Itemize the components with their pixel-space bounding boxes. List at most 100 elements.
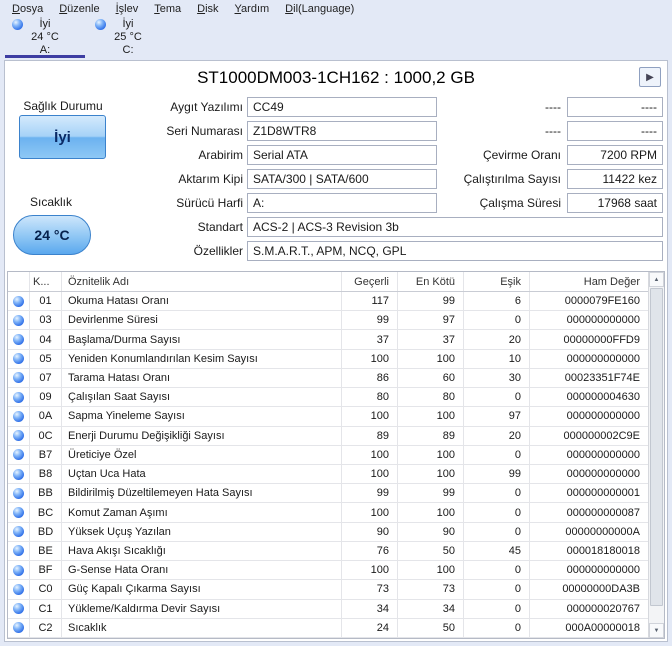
attr-name: Okuma Hatası Oranı bbox=[62, 292, 342, 311]
attr-current: 100 bbox=[342, 407, 398, 426]
attr-name: Enerji Durumu Değişikliği Sayısı bbox=[62, 426, 342, 445]
drive-letter-text: A: bbox=[39, 44, 51, 56]
smart-row-09[interactable]: 09 Çalışılan Saat Sayısı 80 80 0 000000004630 bbox=[8, 388, 648, 408]
smart-row-B8[interactable]: B8 Uçtan Uca Hata 100 100 99 000000000000 bbox=[8, 464, 648, 485]
smart-row-BF[interactable]: BF G-Sense Hata Oranı 100 100 0 000000000000 bbox=[8, 561, 648, 581]
attr-raw-value: 00000000DA3B bbox=[562, 583, 640, 596]
menu-item-0[interactable]: Dosya bbox=[4, 2, 51, 16]
attr-name: Uçtan Uca Hata bbox=[62, 464, 342, 484]
attr-name: Güç Kapalı Çıkarma Sayısı bbox=[62, 580, 342, 599]
smart-row-BC[interactable]: BC Komut Zaman Aşımı 100 100 0 000000000087 bbox=[8, 503, 648, 523]
smart-row-C1[interactable]: C1 Yükleme/Kaldırma Devir Sayısı 34 34 0 0000… bbox=[8, 599, 648, 619]
attr-id: 07 bbox=[30, 368, 62, 388]
attr-worst: 100 bbox=[398, 407, 464, 426]
menu-item-6[interactable]: Dil(Language) bbox=[277, 2, 362, 16]
smart-row-0A[interactable]: 0A Sapma Yineleme Sayısı 100 100 97 000000000… bbox=[8, 407, 648, 427]
attr-id: 03 bbox=[30, 311, 62, 330]
attr-raw-value: 000000002C9E bbox=[563, 429, 640, 442]
header-threshold[interactable]: Eşik bbox=[464, 272, 530, 291]
header-worst[interactable]: En Kötü bbox=[398, 272, 464, 291]
attr-worst: 60 bbox=[398, 368, 464, 388]
header-current[interactable]: Geçerli bbox=[342, 272, 398, 291]
scroll-up-icon[interactable]: ▲ bbox=[649, 272, 664, 287]
attr-current: 89 bbox=[342, 426, 398, 445]
attr-name: Tarama Hatası Oranı bbox=[62, 368, 342, 388]
attr-name: Üreticiye Özel bbox=[62, 445, 342, 464]
drive-temp-text: 24 °C bbox=[31, 31, 59, 43]
temperature-button[interactable]: 24 °C bbox=[13, 215, 91, 255]
temperature-label: Sıcaklık bbox=[29, 195, 72, 209]
status-cell bbox=[8, 368, 30, 388]
attr-worst: 50 bbox=[398, 541, 464, 561]
status-good-icon bbox=[13, 334, 24, 346]
attr-threshold: 0 bbox=[464, 484, 530, 503]
status-good-icon bbox=[13, 430, 24, 442]
table-header-row: K... Öznitelik Adı Geçerli En Kötü Eşik … bbox=[8, 272, 648, 292]
disk-title: ST1000DM003-1CH162 : 1000,2 GB bbox=[197, 68, 475, 87]
menu-item-1[interactable]: Düzenle bbox=[51, 2, 107, 16]
attr-current: 34 bbox=[342, 599, 398, 618]
status-cell bbox=[8, 445, 30, 464]
menu-item-4[interactable]: Disk bbox=[189, 2, 226, 16]
table-scrollbar[interactable]: ▲ ▼ bbox=[648, 272, 664, 638]
smart-row-C0[interactable]: C0 Güç Kapalı Çıkarma Sayısı 73 73 0 00000000… bbox=[8, 580, 648, 600]
smart-row-04[interactable]: 04 Başlama/Durma Sayısı 37 37 20 00000000FFD9 bbox=[8, 330, 648, 350]
drive-status-icon bbox=[12, 19, 23, 30]
attr-id: B8 bbox=[30, 464, 62, 484]
attr-name: Yükleme/Kaldırma Devir Sayısı bbox=[62, 599, 342, 618]
attr-threshold: 0 bbox=[464, 503, 530, 522]
smart-row-BB[interactable]: BB Bildirilmiş Düzeltilemeyen Hata Sayısı… bbox=[8, 484, 648, 504]
attr-threshold: 30 bbox=[464, 368, 530, 388]
info-value: ---- bbox=[567, 97, 663, 117]
smart-row-05[interactable]: 05 Yeniden Konumlandırılan Kesim Sayısı 10… bbox=[8, 349, 648, 369]
menu-item-5[interactable]: Yardım bbox=[227, 2, 278, 16]
smart-row-BD[interactable]: BD Yüksek Uçuş Yazılan 90 90 0 00000000000A bbox=[8, 522, 648, 542]
graph-button[interactable]: ▶ bbox=[639, 67, 661, 87]
smart-row-C2[interactable]: C2 Sıcaklık 24 50 0 000A00000018 bbox=[8, 618, 648, 638]
attr-id: BB bbox=[30, 484, 62, 503]
health-status-button[interactable]: İyi bbox=[19, 115, 106, 159]
menu-item-2[interactable]: İşlev bbox=[108, 2, 147, 16]
attr-raw-value: 000000000000 bbox=[566, 410, 640, 423]
drive-tab-0[interactable]: İyi 24 °C A: bbox=[5, 17, 85, 58]
attr-raw-value: 00000000000A bbox=[565, 525, 640, 538]
main-panel: ST1000DM003-1CH162 : 1000,2 GB ▶ Sağlık … bbox=[4, 60, 668, 642]
smart-row-0C[interactable]: 0C Enerji Durumu Değişikliği Sayısı 89 89 20… bbox=[8, 426, 648, 446]
smart-row-01[interactable]: 01 Okuma Hatası Oranı 117 99 6 0000079FE160 bbox=[8, 292, 648, 312]
header-status-column[interactable] bbox=[8, 272, 30, 291]
attr-threshold: 20 bbox=[464, 330, 530, 349]
header-raw-value[interactable]: Ham Değer bbox=[530, 272, 648, 291]
scroll-down-icon[interactable]: ▼ bbox=[649, 623, 664, 638]
attr-id: 05 bbox=[30, 349, 62, 368]
smart-row-03[interactable]: 03 Devirlenme Süresi 99 97 0 000000000000 bbox=[8, 311, 648, 331]
attr-id: C1 bbox=[30, 599, 62, 618]
attr-current: 80 bbox=[342, 388, 398, 407]
drive-tab-1[interactable]: İyi 25 °C C: bbox=[88, 17, 168, 58]
attr-current: 73 bbox=[342, 580, 398, 599]
smart-row-07[interactable]: 07 Tarama Hatası Oranı 86 60 30 00023351F74E bbox=[8, 368, 648, 389]
status-cell bbox=[8, 426, 30, 445]
header-id[interactable]: K... bbox=[30, 272, 62, 291]
smart-row-BE[interactable]: BE Hava Akışı Sıcaklığı 76 50 45 000018180018 bbox=[8, 541, 648, 562]
info-value: ACS-2 | ACS-3 Revision 3b bbox=[247, 217, 663, 237]
attr-name: Komut Zaman Aşımı bbox=[62, 503, 342, 522]
info-label: Standart bbox=[197, 220, 243, 234]
attr-worst: 97 bbox=[398, 311, 464, 330]
attr-current: 76 bbox=[342, 541, 398, 561]
attr-name: Yeniden Konumlandırılan Kesim Sayısı bbox=[62, 349, 342, 368]
attr-name: Hava Akışı Sıcaklığı bbox=[62, 541, 342, 561]
header-attribute-name[interactable]: Öznitelik Adı bbox=[62, 272, 342, 291]
menu-item-3[interactable]: Tema bbox=[146, 2, 189, 16]
attr-worst: 99 bbox=[398, 484, 464, 503]
info-label: Çalışma Süresi bbox=[479, 196, 561, 210]
attr-worst: 34 bbox=[398, 599, 464, 618]
attr-name: Çalışılan Saat Sayısı bbox=[62, 388, 342, 407]
attr-id: C0 bbox=[30, 580, 62, 599]
status-cell bbox=[8, 561, 30, 580]
info-value: A: bbox=[247, 193, 437, 213]
smart-row-B7[interactable]: B7 Üreticiye Özel 100 100 0 000000000000 bbox=[8, 445, 648, 465]
info-label: Seri Numarası bbox=[166, 124, 243, 138]
scrollbar-thumb[interactable] bbox=[650, 288, 663, 606]
attr-worst: 100 bbox=[398, 561, 464, 580]
status-good-icon bbox=[13, 468, 24, 480]
